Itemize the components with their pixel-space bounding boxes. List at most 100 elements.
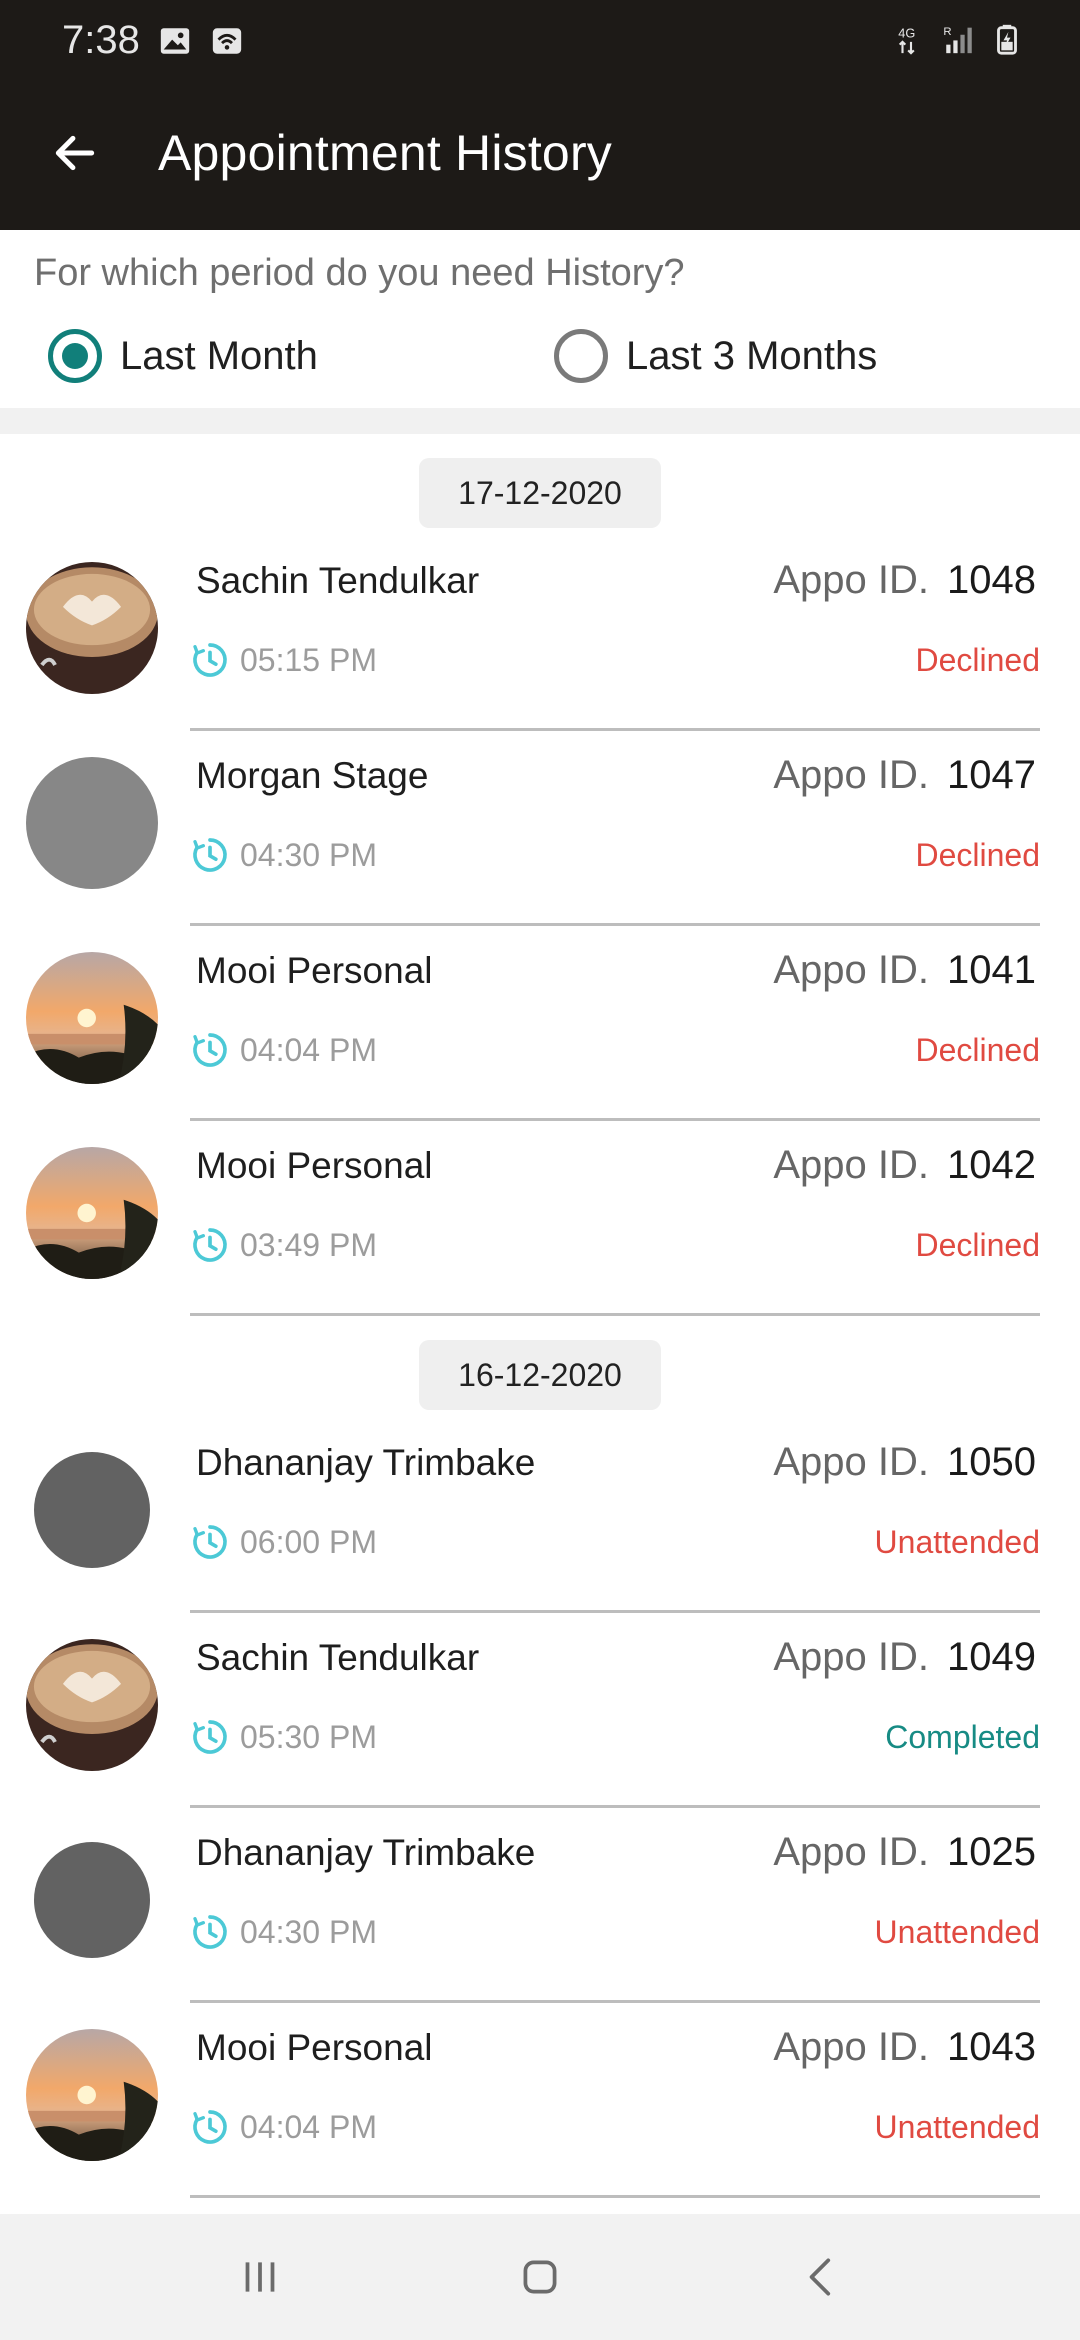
home-button[interactable] xyxy=(500,2242,580,2312)
time-text: 03:49 PM xyxy=(240,1226,377,1263)
avatar xyxy=(26,562,158,694)
avatar xyxy=(26,757,158,889)
patient-name: Morgan Stage xyxy=(196,755,429,796)
time-text: 05:30 PM xyxy=(240,1718,377,1755)
time-text: 04:04 PM xyxy=(240,1031,377,1068)
clock-icon xyxy=(193,1720,227,1754)
date-header: 16-12-2020 xyxy=(0,1316,1080,1410)
row-divider xyxy=(190,2195,1040,2198)
avatar xyxy=(26,1639,158,1771)
appointment-id: Appo ID. 1047 xyxy=(773,753,1036,798)
radio-label-last-month: Last Month xyxy=(120,333,318,378)
period-question: For which period do you need History? xyxy=(34,252,685,294)
appointment-item[interactable]: Mooi Personal Appo ID. 1041 04:04 PM Decline… xyxy=(0,926,1080,1121)
appointment-id-number: 1050 xyxy=(947,1440,1036,1484)
appointment-time: 05:15 PM xyxy=(190,640,377,680)
status-badge: Completed xyxy=(885,1719,1040,1755)
appointment-item[interactable]: Sachin Tendulkar Appo ID. 1048 05:15 PM Decl… xyxy=(0,536,1080,731)
appointment-item[interactable]: Dhananjay Trimbake Appo ID. 1025 04:30 PM Un… xyxy=(0,1808,1080,2003)
appointment-id-label: Appo ID. xyxy=(773,558,930,602)
arrow-left-icon xyxy=(55,135,95,171)
system-back-button[interactable] xyxy=(782,2242,862,2312)
back-button[interactable] xyxy=(40,118,110,188)
appointment-item[interactable]: Sachin Tendulkar Appo ID. 1049 05:30 PM Comp… xyxy=(0,1613,1080,1808)
signal-icon: R xyxy=(943,26,972,54)
home-icon xyxy=(523,2260,557,2294)
time-text: 05:15 PM xyxy=(240,641,377,678)
svg-text:4G: 4G xyxy=(898,26,915,41)
appointment-id: Appo ID. 1041 xyxy=(773,948,1036,993)
app-bar: Appointment History xyxy=(0,82,1080,230)
status-badge: Declined xyxy=(915,1227,1040,1263)
radio-checked-icon xyxy=(48,329,102,383)
appointment-item[interactable]: Mooi Personal Appo ID. 1043 04:04 PM Unatten… xyxy=(0,2003,1080,2198)
patient-name: Dhananjay Trimbake xyxy=(196,1832,536,1873)
appointment-id: Appo ID. 1049 xyxy=(773,1635,1036,1680)
avatar xyxy=(34,1842,150,1958)
appointment-id: Appo ID. 1048 xyxy=(773,558,1036,603)
appointment-time: 04:04 PM xyxy=(190,2107,377,2147)
recent-apps-button[interactable] xyxy=(220,2242,300,2312)
status-badge: Unattended xyxy=(874,1524,1040,1560)
4g-data-icon: 4G xyxy=(898,26,915,55)
clock-icon xyxy=(193,1033,227,1067)
appointment-id: Appo ID. 1050 xyxy=(773,1440,1036,1485)
appointment-id-number: 1043 xyxy=(947,2025,1036,2069)
clock-icon xyxy=(193,2110,227,2144)
status-badge: Unattended xyxy=(874,1914,1040,1950)
time-text: 04:30 PM xyxy=(240,836,377,873)
patient-name: Mooi Personal xyxy=(196,950,433,991)
patient-name: Mooi Personal xyxy=(196,2027,433,2068)
avatar xyxy=(26,2029,158,2161)
svg-text:R: R xyxy=(943,26,951,38)
appointment-id-number: 1047 xyxy=(947,753,1036,797)
appointment-id-label: Appo ID. xyxy=(773,1830,930,1874)
appointment-id-label: Appo ID. xyxy=(773,1635,930,1679)
appointment-time: 06:00 PM xyxy=(190,1522,377,1562)
status-badge: Unattended xyxy=(874,2109,1040,2145)
clock-icon xyxy=(193,838,227,872)
appointment-id-label: Appo ID. xyxy=(773,2025,930,2069)
wifi-call-icon xyxy=(212,28,242,54)
clock-icon xyxy=(193,1228,227,1262)
appointment-id-label: Appo ID. xyxy=(773,753,930,797)
battery-charging-icon xyxy=(997,24,1017,55)
section-divider xyxy=(0,408,1080,434)
back-icon xyxy=(809,2258,831,2296)
radio-last-3-months[interactable]: Last 3 Months xyxy=(554,322,877,390)
period-selector: For which period do you need History? La… xyxy=(0,230,1080,408)
appointment-id: Appo ID. 1042 xyxy=(773,1143,1036,1188)
appointment-time: 04:30 PM xyxy=(190,1912,377,1952)
avatar xyxy=(26,1147,158,1279)
time-text: 04:30 PM xyxy=(240,1913,377,1950)
radio-unchecked-icon xyxy=(554,329,608,383)
appointment-time: 03:49 PM xyxy=(190,1225,377,1265)
page-title: Appointment History xyxy=(158,125,612,181)
appointment-item[interactable]: Mooi Personal Appo ID. 1042 03:49 PM Decline… xyxy=(0,1121,1080,1316)
appointment-id-label: Appo ID. xyxy=(773,948,930,992)
patient-name: Dhananjay Trimbake xyxy=(196,1442,536,1483)
appointment-id: Appo ID. 1025 xyxy=(773,1830,1036,1875)
appointment-list[interactable]: 17-12-2020 Sachin Tendulkar Appo ID. 1048 05… xyxy=(0,434,1080,2214)
status-badge: Declined xyxy=(915,642,1040,678)
appointment-id: Appo ID. 1043 xyxy=(773,2025,1036,2070)
date-chip: 16-12-2020 xyxy=(419,1340,661,1410)
patient-name: Sachin Tendulkar xyxy=(196,1637,480,1678)
time-text: 06:00 PM xyxy=(240,1523,377,1560)
clock-icon xyxy=(193,643,227,677)
appointment-item[interactable]: Morgan Stage Appo ID. 1047 04:30 PM Declined xyxy=(0,731,1080,926)
clock-icon xyxy=(193,1915,227,1949)
date-header: 17-12-2020 xyxy=(0,434,1080,528)
gallery-icon xyxy=(160,28,190,54)
avatar xyxy=(34,1452,150,1568)
appointment-id-number: 1025 xyxy=(947,1830,1036,1874)
radio-last-month[interactable]: Last Month xyxy=(48,322,318,390)
appointment-id-number: 1049 xyxy=(947,1635,1036,1679)
appointment-time: 04:04 PM xyxy=(190,1030,377,1070)
appointment-id-number: 1048 xyxy=(947,558,1036,602)
date-chip: 17-12-2020 xyxy=(419,458,661,528)
appointment-item[interactable]: Dhananjay Trimbake Appo ID. 1050 06:00 PM Un… xyxy=(0,1418,1080,1613)
status-right-icons: 4G R xyxy=(894,22,1024,56)
system-nav-bar xyxy=(0,2214,1080,2340)
radio-label-last-3-months: Last 3 Months xyxy=(626,333,878,378)
